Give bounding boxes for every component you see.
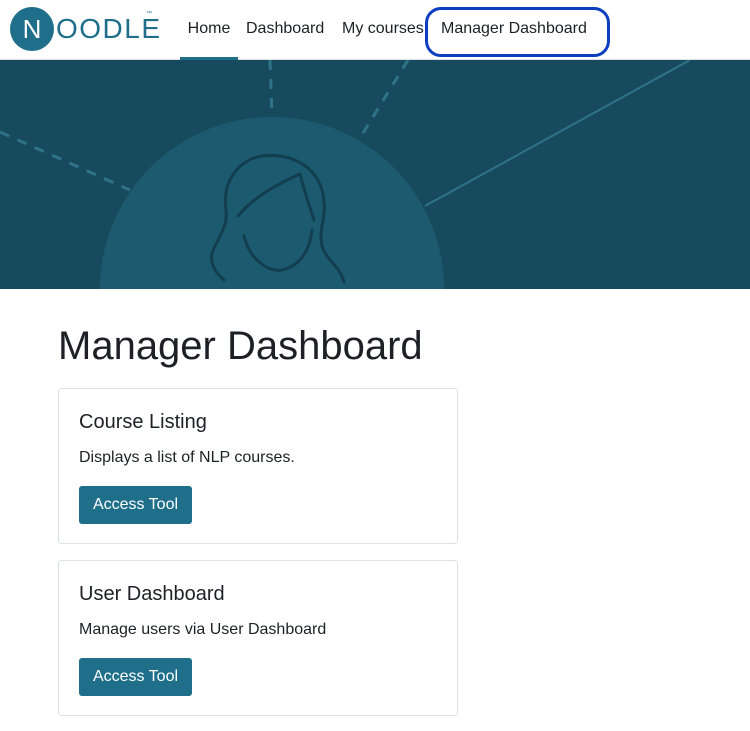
banner-line (424, 60, 691, 207)
logo-initial: N (22, 14, 42, 44)
logo-trademark: ™ (146, 11, 152, 17)
banner-illustration (0, 60, 691, 289)
nav-home[interactable]: Home (180, 0, 238, 60)
nav-dashboard[interactable]: Dashboard (246, 0, 324, 60)
card-description: Displays a list of NLP courses. (79, 449, 295, 466)
tool-card-course-listing: Course Listing Displays a list of NLP co… (58, 388, 458, 544)
card-title: Course Listing (79, 411, 207, 433)
hero-banner (0, 60, 750, 289)
tool-card-user-dashboard: User Dashboard Manage users via User Das… (58, 560, 458, 716)
banner-line (358, 60, 410, 139)
banner-line (0, 130, 131, 192)
access-tool-button[interactable]: Access Tool (79, 658, 192, 696)
banner-circle (100, 117, 444, 289)
top-navbar: N OODLE ™ Home Dashboard My courses Mana… (0, 0, 750, 60)
access-tool-button[interactable]: Access Tool (79, 486, 192, 524)
banner-line (268, 60, 274, 121)
page-title: Manager Dashboard (58, 324, 423, 368)
logo-wordmark: OODLE (56, 13, 162, 44)
card-description: Manage users via User Dashboard (79, 621, 327, 638)
nav-manager-dashboard[interactable]: Manager Dashboard (441, 0, 587, 60)
card-title: User Dashboard (79, 583, 225, 605)
nav-my-courses[interactable]: My courses (342, 0, 424, 60)
